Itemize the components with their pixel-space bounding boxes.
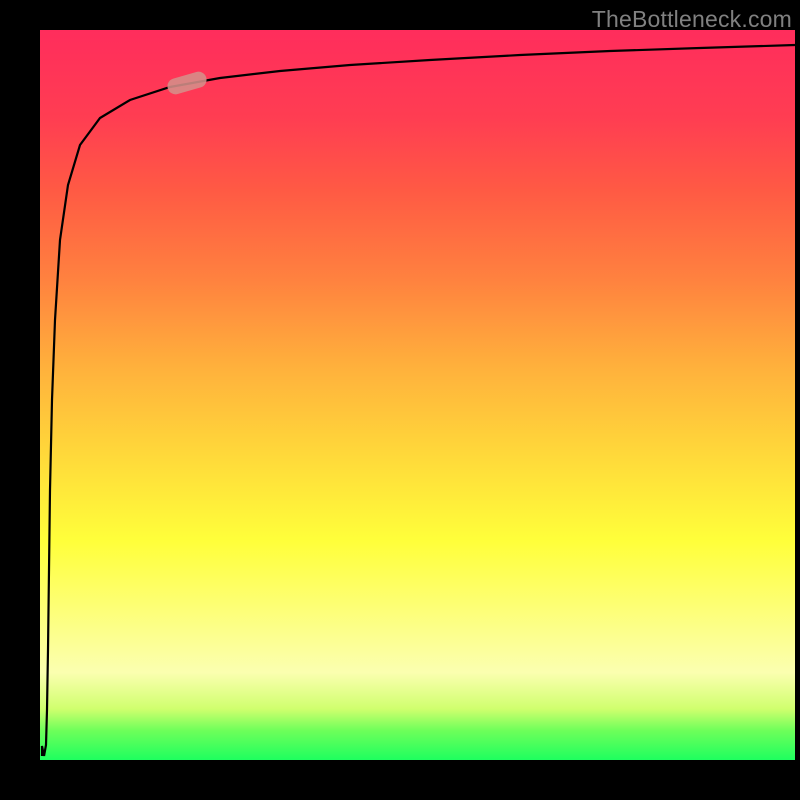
watermark-label: TheBottleneck.com <box>592 6 792 33</box>
chart-frame: TheBottleneck.com <box>0 0 800 800</box>
plot-gradient-area <box>40 30 795 760</box>
